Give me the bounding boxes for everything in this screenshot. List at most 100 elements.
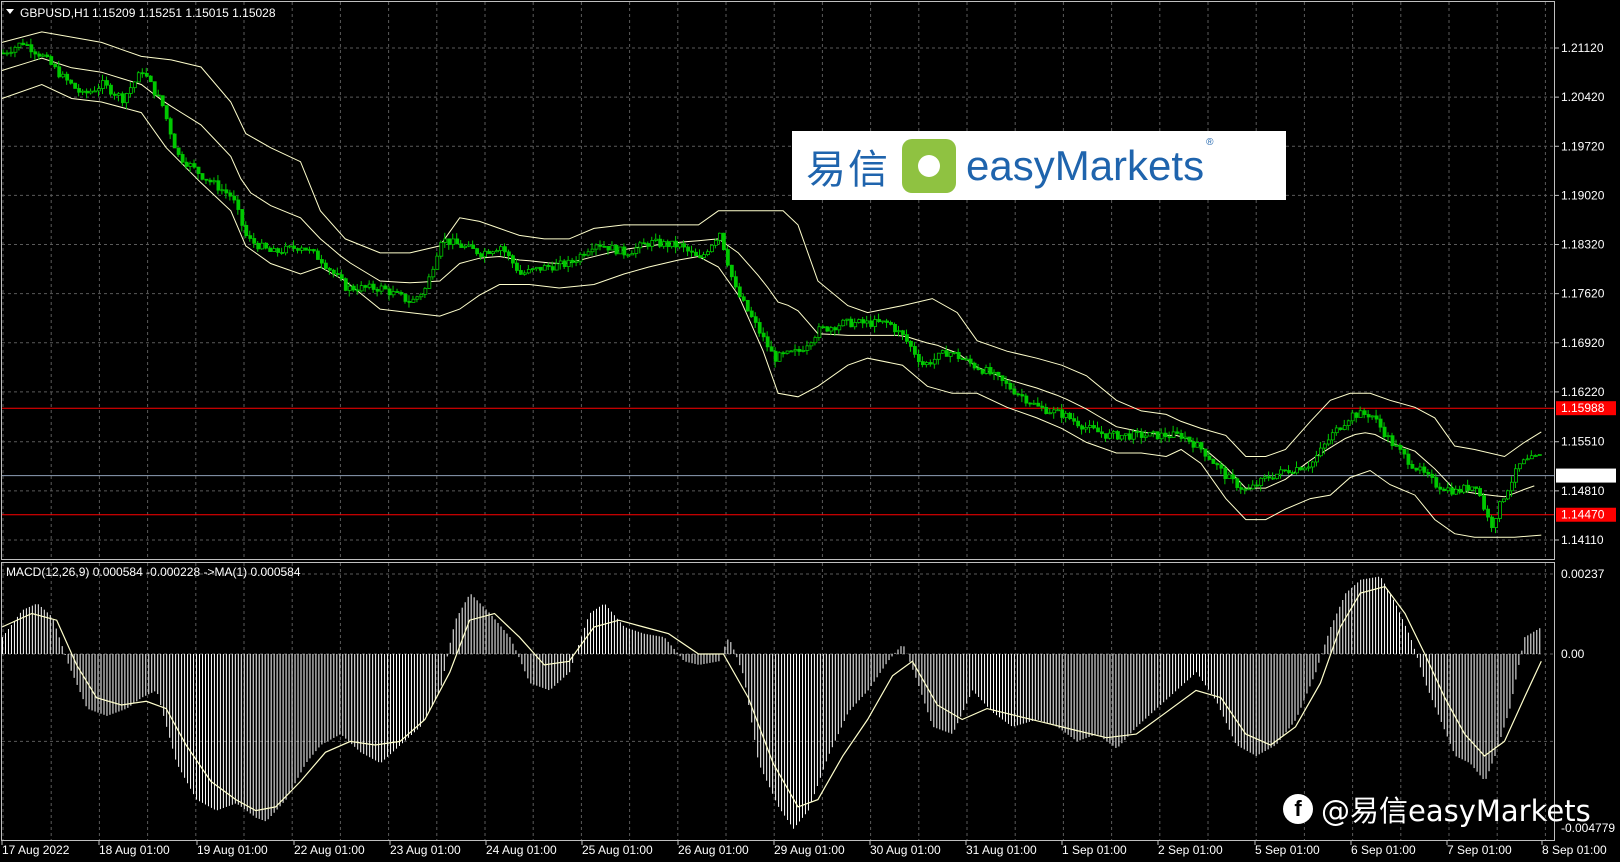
candle-body (1048, 412, 1053, 415)
candle-body (172, 133, 177, 149)
candle-body (1402, 448, 1407, 455)
candle-body (1207, 455, 1212, 460)
candle-body (188, 163, 193, 167)
candle-body (463, 245, 468, 248)
candle-body (319, 259, 324, 264)
candle-body (554, 263, 559, 271)
candle-body (570, 259, 575, 263)
candle-body (1362, 410, 1367, 415)
candle-body (69, 79, 74, 84)
candle-body (1366, 414, 1371, 418)
candle-body (1422, 466, 1427, 473)
candle-body (646, 243, 651, 247)
candle-body (1267, 476, 1272, 479)
candle-body (1318, 447, 1323, 457)
price-tick-label: 1.21120 (1561, 41, 1604, 55)
candle-body (936, 352, 941, 360)
price-tick-label: 1.14110 (1561, 533, 1604, 547)
candle-body (817, 326, 822, 338)
candle-body (789, 350, 794, 353)
macd-tick-label: 0.00237 (1561, 567, 1605, 581)
triangle-down-icon[interactable] (6, 9, 14, 14)
candle-body (1036, 402, 1041, 407)
candle-body (948, 352, 953, 357)
candle-body (93, 90, 97, 93)
candle-body (1398, 444, 1403, 450)
social-watermark: f @易信easyMarkets (1283, 788, 1591, 830)
candle-body (690, 250, 694, 253)
candle-body (877, 319, 881, 323)
candle-body (1080, 425, 1084, 430)
candle-body (1096, 427, 1100, 433)
candle-body (1537, 454, 1542, 456)
watermark-text: @易信easyMarkets (1321, 794, 1591, 828)
trading-chart[interactable]: 1.21120 1.20420 1.19720 1.19020 1.18320 1.176… (0, 0, 1620, 862)
candle-body (1466, 484, 1471, 491)
candle-body (499, 246, 503, 251)
candle-body (737, 286, 742, 298)
candle-body (1442, 488, 1447, 492)
candle-body (435, 255, 440, 270)
candle-body (1287, 470, 1291, 474)
candle-body (1167, 436, 1172, 439)
candle-body (1235, 478, 1240, 488)
candle-body (339, 274, 344, 280)
candle-body (132, 81, 137, 89)
candle-body (176, 147, 181, 155)
candle-body (1263, 476, 1268, 479)
candle-body (741, 296, 746, 301)
candle-body (196, 166, 201, 174)
candle-body (753, 316, 758, 323)
price-tick-label: 1.15510 (1561, 435, 1605, 449)
candle-body (25, 44, 30, 47)
candle-body (180, 154, 185, 163)
symbol-label: GBPUSD,H1 (20, 6, 90, 20)
candle-body (793, 349, 798, 352)
price-tick-label: 1.19020 (1561, 188, 1605, 202)
candle-body (1119, 434, 1124, 440)
time-tick-label: 24 Aug 01:00 (486, 843, 557, 857)
macd-header: MACD(12,26,9) 0.000584 -0.000228 ->MA(1)… (6, 565, 301, 579)
candle-body (1247, 488, 1252, 491)
candle-body (1211, 459, 1216, 464)
price-panel[interactable] (1, 31, 1554, 538)
candle-body (594, 244, 599, 250)
candle-body (33, 51, 38, 55)
candle-body (1147, 432, 1152, 437)
candle-body (256, 242, 261, 250)
candle-body (976, 367, 981, 371)
candle-body (626, 254, 631, 257)
candle-body (940, 350, 945, 354)
candle-body (427, 276, 432, 289)
candle-body (642, 242, 647, 245)
candle-body (1123, 433, 1128, 436)
candle-body (1514, 468, 1518, 483)
candle-body (781, 352, 786, 355)
candle-body (1199, 442, 1204, 450)
candle-body (272, 248, 277, 252)
candle-body (503, 246, 507, 253)
candle-body (447, 238, 452, 245)
candle-body (714, 239, 718, 246)
candle-body (674, 240, 679, 248)
candle-body (809, 342, 814, 347)
candle-body (228, 192, 233, 197)
candle-body (1458, 488, 1463, 493)
time-tick-label: 18 Aug 01:00 (99, 843, 170, 857)
candle-body (805, 345, 810, 351)
candle-body (53, 64, 58, 68)
candle-body (61, 73, 66, 78)
candle-body (853, 322, 858, 328)
candle-body (1303, 467, 1307, 471)
candle-body (1354, 412, 1359, 418)
candle-body (264, 242, 269, 249)
candle-body (403, 293, 408, 302)
candle-body (1231, 474, 1236, 480)
candle-body (1191, 441, 1196, 448)
candle-body (1529, 455, 1534, 460)
time-tick-label: 1 Sep 01:00 (1062, 843, 1127, 857)
candle-body (865, 320, 870, 324)
candle-body (833, 327, 838, 331)
candle-body (1283, 469, 1287, 472)
candle-body (391, 291, 396, 296)
